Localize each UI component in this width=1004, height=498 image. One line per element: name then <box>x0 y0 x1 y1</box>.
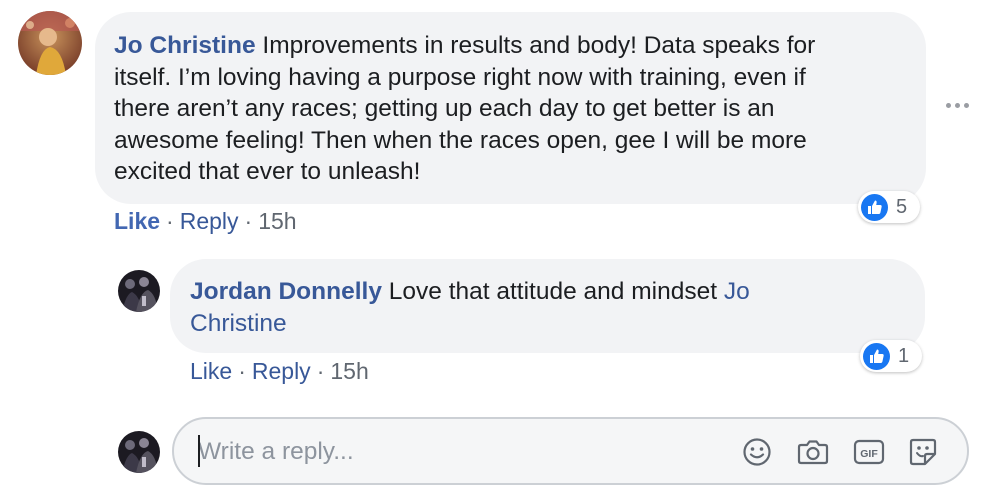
comment-actions: Like · Reply · 15h <box>114 208 297 235</box>
comment-like-button[interactable]: Like <box>114 208 160 234</box>
current-user-avatar <box>118 431 160 473</box>
reply-author-avatar[interactable] <box>118 270 160 312</box>
gif-icon[interactable]: GIF <box>852 435 886 469</box>
reply-input[interactable] <box>196 433 720 471</box>
comment-text-line-4: awesome feeling! Then when the races ope… <box>114 126 807 154</box>
separator-dot: · <box>316 358 325 384</box>
emoji-icon[interactable] <box>740 435 774 469</box>
reply-timestamp[interactable]: 15h <box>330 358 368 384</box>
thumbs-up-icon <box>863 342 890 370</box>
reply-reaction-count[interactable]: 1 <box>860 340 922 372</box>
comment-author-link[interactable]: Jo Christine <box>114 32 256 59</box>
separator-dot: · <box>244 208 253 234</box>
mention-link-continued[interactable]: Christine <box>190 310 287 337</box>
comment-text-line-2: itself. I’m loving having a purpose righ… <box>114 63 806 91</box>
comment-reaction-count[interactable]: 5 <box>858 191 920 223</box>
reply-actions: Like · Reply · 15h <box>190 358 369 385</box>
comment-bubble: Jo Christine Improvements in results and… <box>95 12 926 204</box>
commenter-avatar[interactable] <box>18 11 82 75</box>
comment-reply-button[interactable]: Reply <box>180 208 239 234</box>
sticker-icon[interactable] <box>906 435 940 469</box>
reply-reply-button[interactable]: Reply <box>252 358 311 384</box>
comment-text-line-5: excited that ever to unleash! <box>114 158 421 185</box>
reply-text: Jordan Donnelly Love that attitude and m… <box>190 276 901 339</box>
reply-like-button[interactable]: Like <box>190 358 232 384</box>
comment-reaction-number: 5 <box>896 195 908 218</box>
thumbs-up-icon <box>861 193 888 221</box>
comment-text-line-3: there aren’t any races; getting up each … <box>114 95 775 122</box>
comment-timestamp[interactable]: 15h <box>258 208 296 234</box>
reply-reaction-number: 1 <box>898 344 910 367</box>
camera-icon[interactable] <box>796 435 830 469</box>
reply-body: Love that attitude and mindset <box>388 278 718 305</box>
separator-dot: · <box>238 358 246 384</box>
text-cursor <box>198 435 200 467</box>
reply-composer[interactable]: GIF <box>172 417 969 485</box>
comment-text-line-1: Improvements in results and body! Data s… <box>262 32 816 59</box>
separator-dot: · <box>166 208 174 234</box>
more-options-icon[interactable] <box>946 103 969 108</box>
comment-text: Jo Christine Improvements in results and… <box>114 30 902 188</box>
svg-text:GIF: GIF <box>860 448 878 460</box>
reply-bubble: Jordan Donnelly Love that attitude and m… <box>170 259 925 353</box>
reply-author-link[interactable]: Jordan Donnelly <box>190 278 382 305</box>
mention-link[interactable]: Jo <box>724 278 750 305</box>
